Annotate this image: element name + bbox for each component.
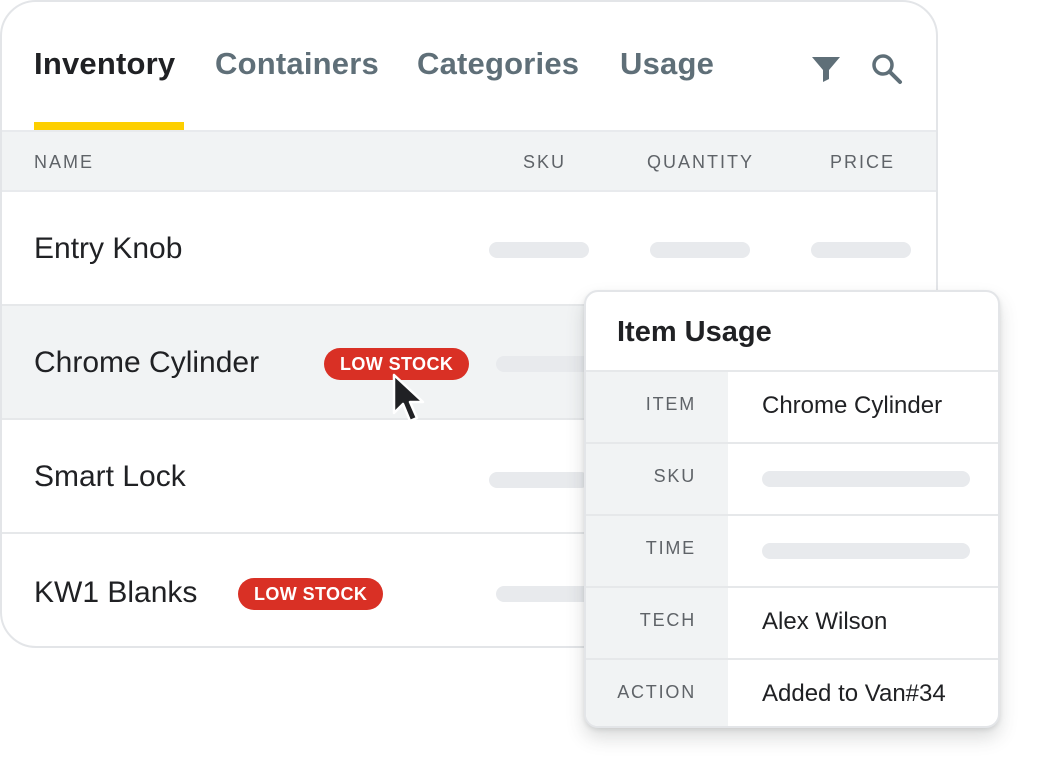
filter-icon[interactable] [808,50,844,86]
low-stock-badge[interactable]: LOW STOCK [238,578,384,610]
label-cell: ACTION [586,660,728,726]
search-icon[interactable] [868,50,904,86]
stage: Inventory Containers Categories Usage NA… [0,0,1040,780]
tab-bar: Inventory Containers Categories Usage [2,2,936,130]
label-cell: TIME [586,516,728,586]
column-header-sku[interactable]: SKU [523,152,566,173]
field-label: SKU [653,466,696,486]
tab-categories[interactable]: Categories [417,46,579,82]
tab-usage[interactable]: Usage [620,46,714,82]
column-header-quantity[interactable]: QUANTITY [647,152,754,173]
field-label: TECH [639,610,696,630]
popup-row-sku: SKU [586,442,998,514]
field-label: ITEM [645,394,696,414]
item-name: Entry Knob [34,232,183,265]
action-value: Added to Van#34 [762,680,946,707]
popup-row-time: TIME [586,514,998,586]
popup-row-item: ITEM Chrome Cylinder [586,370,998,442]
column-header-price[interactable]: PRICE [830,152,895,173]
popup-row-action: ACTION Added to Van#34 [586,658,998,726]
table-row[interactable]: Entry Knob [2,192,936,306]
label-cell: ITEM [586,372,728,442]
column-header-name[interactable]: NAME [34,152,94,173]
label-cell: SKU [586,444,728,514]
sku-placeholder [496,356,596,372]
label-cell: TECH [586,588,728,658]
sku-placeholder [496,586,596,602]
mouse-pointer-icon [391,373,431,425]
item-value: Chrome Cylinder [762,392,943,419]
item-name: Smart Lock [34,460,186,493]
sku-placeholder [489,472,589,488]
item-name: KW1 Blanks [34,576,198,609]
active-tab-indicator [34,122,184,130]
sku-placeholder [489,242,589,258]
tab-inventory[interactable]: Inventory [34,46,175,82]
tab-containers[interactable]: Containers [215,46,379,82]
field-label: TIME [645,538,696,558]
popup-title: Item Usage [617,316,772,348]
item-usage-popup: Item Usage ITEM Chrome Cylinder SKU TIME… [584,290,1000,728]
time-placeholder [762,543,970,559]
table-header: NAME SKU QUANTITY PRICE [2,130,936,192]
item-name: Chrome Cylinder [34,346,260,379]
popup-row-tech: TECH Alex Wilson [586,586,998,658]
price-placeholder [811,242,911,258]
sku-placeholder [762,471,970,487]
field-label: ACTION [617,682,696,702]
quantity-placeholder [650,242,750,258]
tech-value: Alex Wilson [762,608,888,635]
